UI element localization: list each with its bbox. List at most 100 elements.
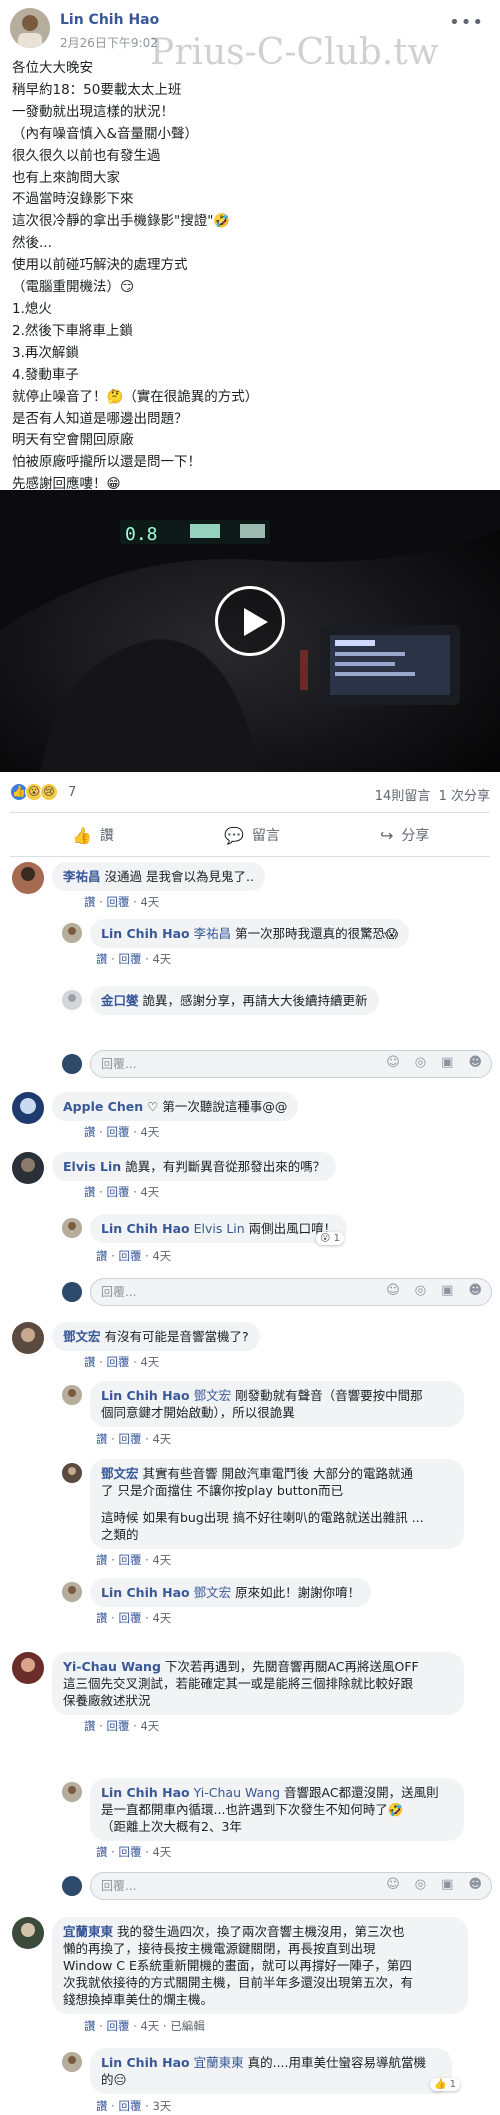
camera-icon[interactable]: ◎ bbox=[415, 1283, 426, 1298]
mention-link[interactable]: 李祐昌 bbox=[194, 926, 232, 941]
camera-icon[interactable]: ◎ bbox=[415, 1877, 426, 1892]
commenter-avatar[interactable] bbox=[12, 1092, 44, 1124]
play-button[interactable] bbox=[215, 586, 285, 656]
like-link[interactable]: 讚 bbox=[84, 1719, 96, 1733]
sticker-icon[interactable]: ☻ bbox=[468, 1877, 482, 1892]
comment-time[interactable]: 4天 bbox=[140, 895, 159, 909]
reply-author[interactable]: Lin Chih Hao bbox=[101, 1388, 190, 1403]
emoji-icon[interactable]: ☺ bbox=[386, 1055, 400, 1070]
like-link[interactable]: 讚 bbox=[84, 1355, 96, 1369]
reply-link[interactable]: 回覆 bbox=[118, 952, 141, 966]
like-button[interactable]: 👍 讚 bbox=[72, 825, 114, 845]
reply-avatar[interactable] bbox=[62, 990, 82, 1010]
gif-icon[interactable]: ▣ bbox=[441, 1877, 453, 1892]
share-button[interactable]: ↪ 分享 bbox=[380, 825, 429, 845]
reaction-icons[interactable]: 👍 😮 😢 bbox=[10, 783, 58, 801]
like-link[interactable]: 讚 bbox=[84, 1185, 96, 1199]
gif-icon[interactable]: ▣ bbox=[441, 1055, 453, 1070]
reply-link[interactable]: 回覆 bbox=[106, 1355, 129, 1369]
reply-author[interactable]: Lin Chih Hao bbox=[101, 1585, 190, 1600]
reaction-count[interactable]: 7 bbox=[68, 785, 76, 800]
reply-link[interactable]: 回覆 bbox=[118, 1249, 141, 1263]
reply-author[interactable]: Lin Chih Hao bbox=[101, 926, 190, 941]
reply-link[interactable]: 回覆 bbox=[106, 1185, 129, 1199]
reply-link[interactable]: 回覆 bbox=[118, 1553, 141, 1567]
comment-time[interactable]: 4天 bbox=[140, 2019, 159, 2033]
comment-time[interactable]: 4天 bbox=[140, 1719, 159, 1733]
comment-time[interactable]: 4天 bbox=[140, 1185, 159, 1199]
like-link[interactable]: 讚 bbox=[96, 1845, 108, 1859]
like-link[interactable]: 讚 bbox=[96, 2099, 108, 2113]
camera-icon[interactable]: ◎ bbox=[415, 1055, 426, 1070]
like-link[interactable]: 讚 bbox=[96, 952, 108, 966]
comment-count[interactable]: 14則留言 bbox=[375, 789, 431, 804]
mention-link[interactable]: Yi-Chau Wang bbox=[194, 1785, 280, 1800]
reply-time[interactable]: 4天 bbox=[152, 1249, 171, 1263]
reply-avatar[interactable] bbox=[62, 923, 82, 943]
comment-author[interactable]: Elvis Lin bbox=[63, 1159, 121, 1174]
commenter-avatar[interactable] bbox=[12, 1152, 44, 1184]
sticker-icon[interactable]: ☻ bbox=[468, 1283, 482, 1298]
reply-link[interactable]: 回覆 bbox=[106, 895, 129, 909]
like-link[interactable]: 讚 bbox=[84, 895, 96, 909]
reply-link[interactable]: 回覆 bbox=[118, 1611, 141, 1625]
comment-time[interactable]: 4天 bbox=[140, 1125, 159, 1139]
reply-time[interactable]: 4天 bbox=[152, 1553, 171, 1567]
sticker-icon[interactable]: ☻ bbox=[468, 1055, 482, 1070]
reply-link[interactable]: 回覆 bbox=[118, 1432, 141, 1446]
reply-time[interactable]: 4天 bbox=[152, 1845, 171, 1859]
comment-author[interactable]: 李祐昌 bbox=[63, 869, 101, 884]
reply-avatar[interactable] bbox=[62, 1582, 82, 1602]
comment-author[interactable]: Yi-Chau Wang bbox=[63, 1659, 161, 1674]
edited-label[interactable]: 已編輯 bbox=[170, 2019, 205, 2033]
reply-avatar[interactable] bbox=[62, 2052, 82, 2072]
reply-reaction-badge[interactable]: 😮 1 bbox=[316, 1232, 344, 1245]
mention-link[interactable]: 鄧文宏 bbox=[194, 1388, 232, 1403]
like-link[interactable]: 讚 bbox=[96, 1553, 108, 1567]
emoji-icon[interactable]: ☺ bbox=[386, 1877, 400, 1892]
reply-avatar[interactable] bbox=[62, 1782, 82, 1802]
reply-avatar[interactable] bbox=[62, 1385, 82, 1405]
reply-link[interactable]: 回覆 bbox=[106, 1125, 129, 1139]
reply-avatar[interactable] bbox=[62, 1463, 82, 1483]
like-link[interactable]: 讚 bbox=[84, 2019, 96, 2033]
reply-author[interactable]: 鄧文宏 bbox=[101, 1466, 139, 1481]
more-options-icon[interactable]: ••• bbox=[449, 12, 484, 33]
share-count[interactable]: 1 次分享 bbox=[439, 789, 490, 804]
mention-link[interactable]: Elvis Lin bbox=[194, 1221, 245, 1236]
mention-link[interactable]: 鄧文宏 bbox=[194, 1585, 232, 1600]
commenter-avatar[interactable] bbox=[12, 1322, 44, 1354]
author-avatar[interactable] bbox=[10, 8, 50, 48]
gif-icon[interactable]: ▣ bbox=[441, 1283, 453, 1298]
reply-time[interactable]: 4天 bbox=[152, 1432, 171, 1446]
commenter-avatar[interactable] bbox=[12, 862, 44, 894]
like-link[interactable]: 讚 bbox=[96, 1249, 108, 1263]
post-timestamp[interactable]: 2月26日下午9:02 bbox=[60, 34, 158, 51]
comment-author[interactable]: 宜蘭東東 bbox=[63, 1924, 113, 1939]
video-player[interactable]: 0.8 bbox=[0, 490, 500, 772]
reply-avatar[interactable] bbox=[62, 1218, 82, 1238]
reply-reaction-badge[interactable]: 👍 1 bbox=[430, 2078, 460, 2091]
reply-time[interactable]: 4天 bbox=[152, 952, 171, 966]
like-link[interactable]: 讚 bbox=[84, 1125, 96, 1139]
commenter-avatar[interactable] bbox=[12, 1652, 44, 1684]
comment-button[interactable]: 💬 留言 bbox=[224, 825, 280, 845]
reply-author[interactable]: 金口燮 bbox=[101, 993, 139, 1008]
reply-author[interactable]: Lin Chih Hao bbox=[101, 1221, 190, 1236]
reply-link[interactable]: 回覆 bbox=[106, 1719, 129, 1733]
comment-author[interactable]: Apple Chen bbox=[63, 1099, 143, 1114]
mention-link[interactable]: 宜蘭東東 bbox=[194, 2055, 244, 2070]
like-link[interactable]: 讚 bbox=[96, 1432, 108, 1446]
reply-link[interactable]: 回覆 bbox=[118, 2099, 141, 2113]
reply-author[interactable]: Lin Chih Hao bbox=[101, 1785, 190, 1800]
reply-author[interactable]: Lin Chih Hao bbox=[101, 2055, 190, 2070]
reply-link[interactable]: 回覆 bbox=[118, 1845, 141, 1859]
reply-time[interactable]: 3天 bbox=[152, 2099, 171, 2113]
emoji-icon[interactable]: ☺ bbox=[386, 1283, 400, 1298]
comment-time[interactable]: 4天 bbox=[140, 1355, 159, 1369]
commenter-avatar[interactable] bbox=[12, 1917, 44, 1949]
reply-time[interactable]: 4天 bbox=[152, 1611, 171, 1625]
like-link[interactable]: 讚 bbox=[96, 1611, 108, 1625]
post-author-name[interactable]: Lin Chih Hao bbox=[60, 12, 159, 28]
comment-author[interactable]: 鄧文宏 bbox=[63, 1329, 101, 1344]
